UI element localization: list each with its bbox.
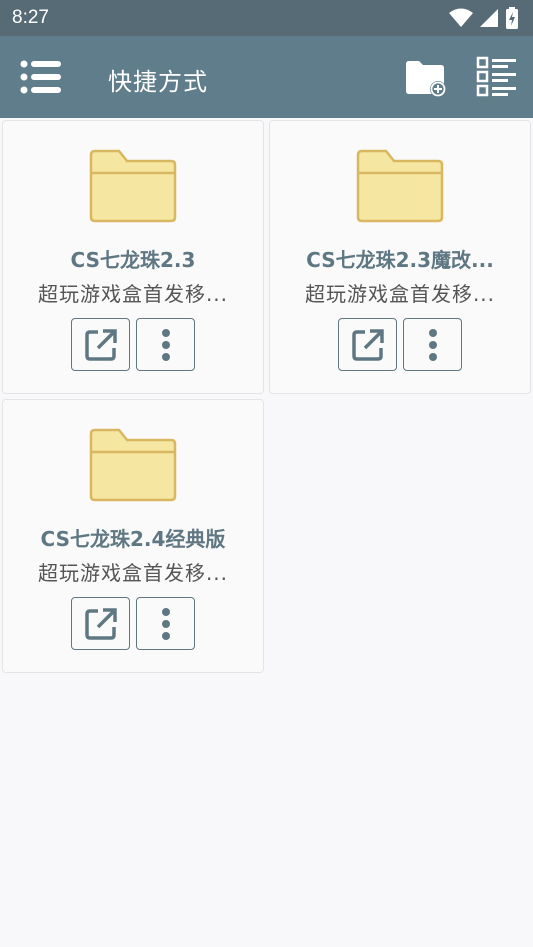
shortcut-name: CS七龙珠2.3 — [70, 248, 196, 272]
open-shortcut-button[interactable] — [71, 318, 130, 371]
status-bar: 8:27 — [0, 0, 533, 36]
signal-icon — [480, 9, 498, 27]
shortcut-name: CS七龙珠2.4经典版 — [40, 527, 226, 551]
open-external-icon — [84, 328, 117, 361]
more-vert-icon — [161, 607, 170, 640]
wifi-icon — [449, 8, 473, 27]
battery-icon — [506, 7, 518, 29]
app-toolbar: 快捷方式 — [0, 36, 533, 118]
status-time: 8:27 — [12, 7, 49, 28]
menu-button[interactable] — [20, 58, 62, 96]
view-mode-button[interactable] — [476, 56, 518, 98]
shortcut-description: 超玩游戏盒首发移... — [304, 282, 496, 306]
more-options-button[interactable] — [136, 318, 195, 371]
list-view-icon — [476, 56, 516, 97]
more-options-button[interactable] — [403, 318, 462, 371]
new-folder-icon — [406, 61, 446, 97]
shortcut-description: 超玩游戏盒首发移... — [37, 561, 229, 585]
shortcut-description: 超玩游戏盒首发移... — [37, 282, 229, 306]
open-external-icon — [84, 607, 117, 640]
more-vert-icon — [428, 328, 437, 361]
shortcut-name: CS七龙珠2.3魔改... — [306, 248, 494, 272]
shortcut-card[interactable]: CS七龙珠2.3 超玩游戏盒首发移... — [2, 120, 264, 394]
open-shortcut-button[interactable] — [338, 318, 397, 371]
folder-icon — [89, 149, 177, 223]
folder-icon — [356, 149, 444, 223]
status-icons — [449, 7, 519, 29]
folder-icon — [89, 428, 177, 502]
shortcut-card[interactable]: CS七龙珠2.4经典版 超玩游戏盒首发移... — [2, 399, 264, 673]
shortcut-card[interactable]: CS七龙珠2.3魔改... 超玩游戏盒首发移... — [269, 120, 531, 394]
menu-icon — [20, 60, 61, 94]
more-options-button[interactable] — [136, 597, 195, 650]
new-folder-button[interactable] — [404, 58, 448, 98]
page-title: 快捷方式 — [108, 68, 208, 96]
open-shortcut-button[interactable] — [71, 597, 130, 650]
open-external-icon — [351, 328, 384, 361]
more-vert-icon — [161, 328, 170, 361]
